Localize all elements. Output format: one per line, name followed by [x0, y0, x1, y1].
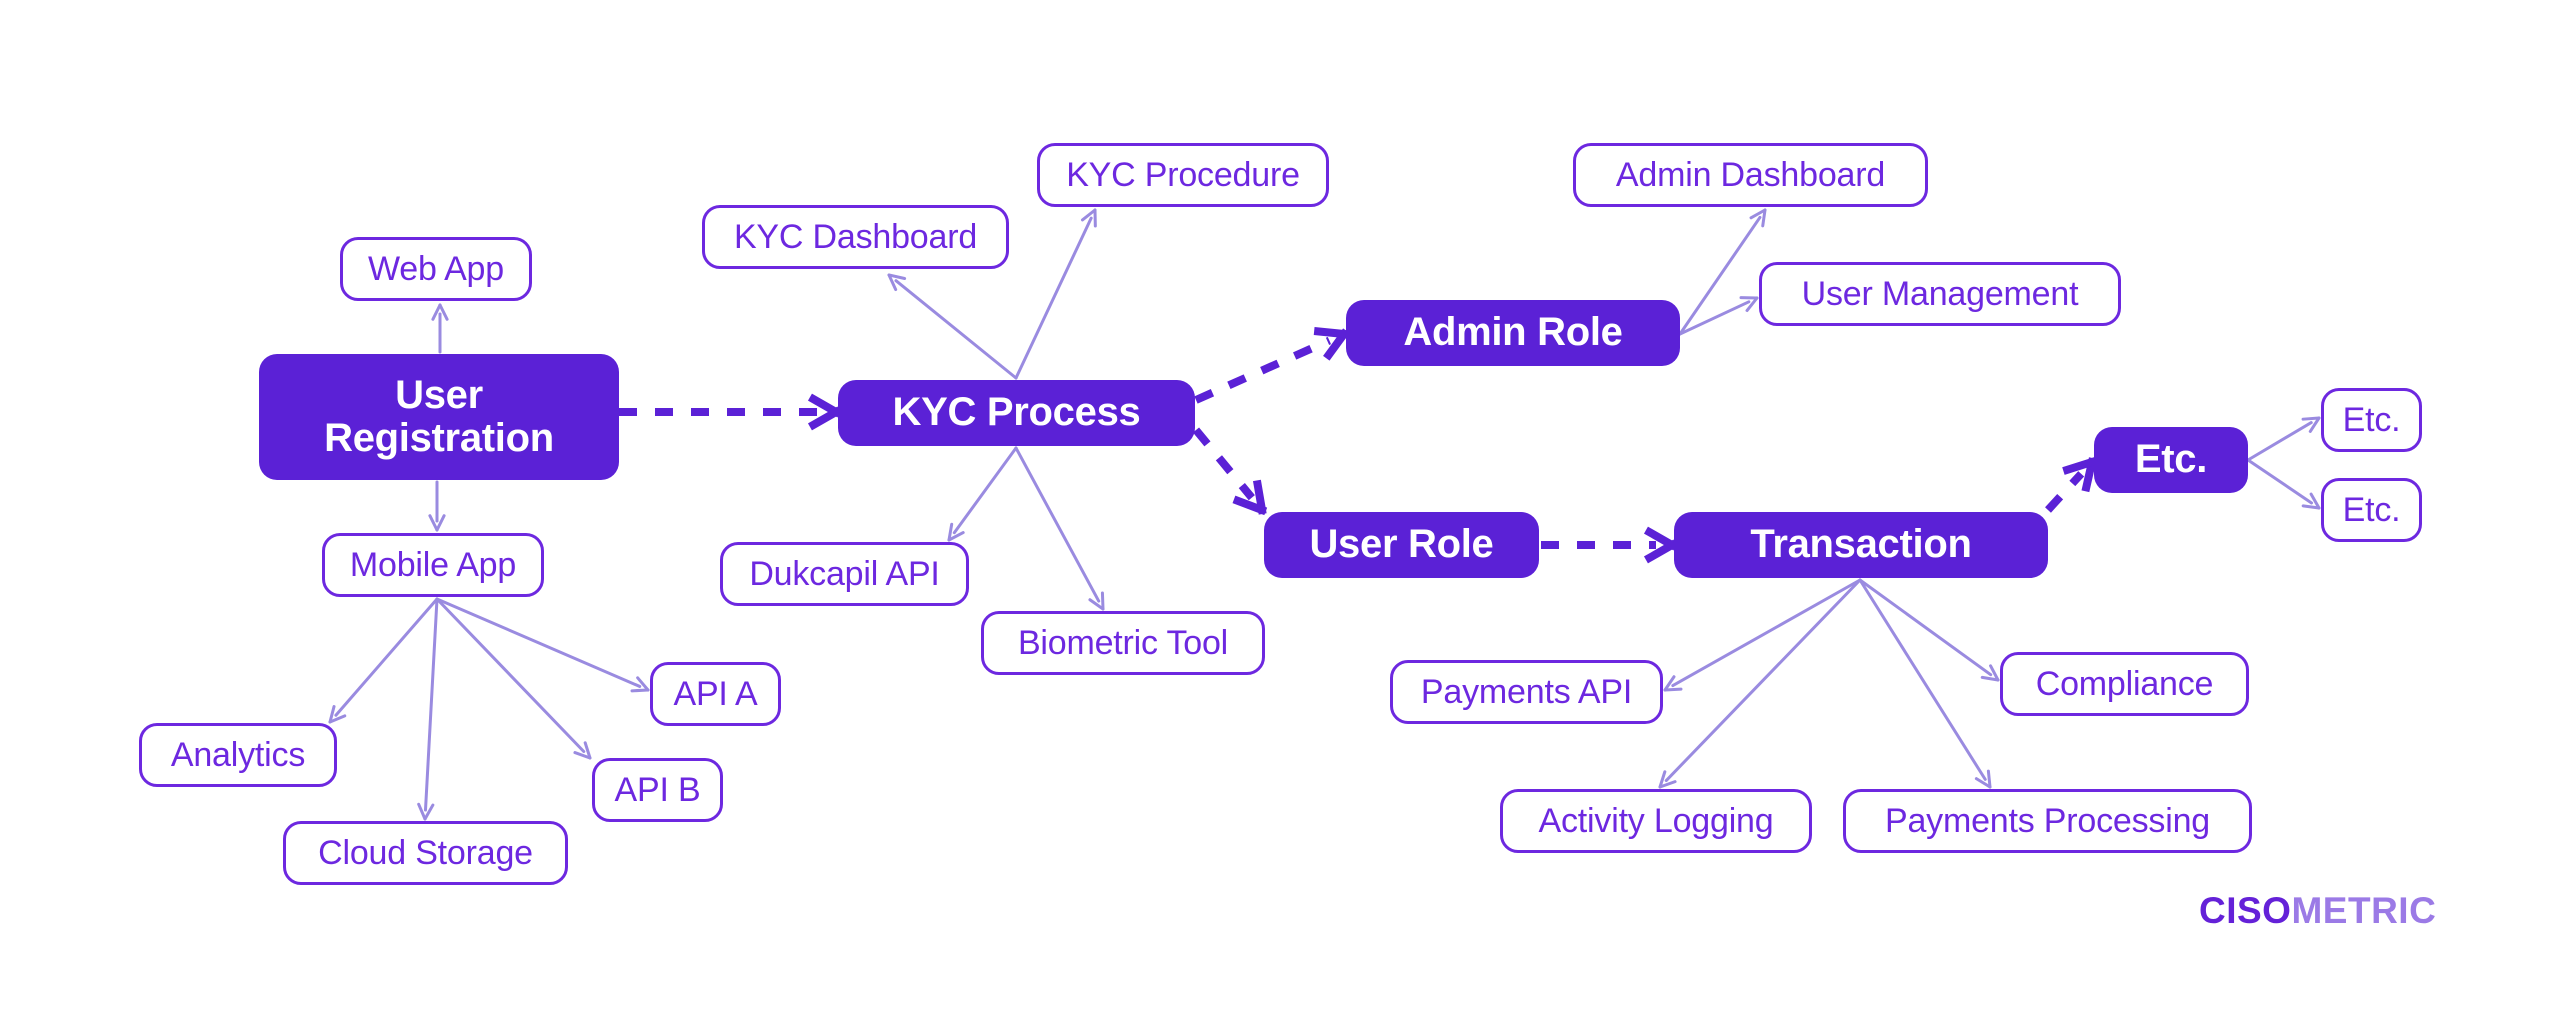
edge-mobile-app-to-api-b	[435, 597, 592, 760]
edge-kyc-process-to-kyc-procedure	[1014, 208, 1097, 380]
node-etc-2[interactable]: Etc.	[2321, 478, 2422, 542]
node-cloud-storage[interactable]: Cloud Storage	[283, 821, 568, 885]
node-mobile-app[interactable]: Mobile App	[322, 533, 544, 597]
edge-user-registration-to-web-app	[431, 303, 449, 354]
edge-kyc-process-to-dukcapil-api	[947, 446, 1018, 542]
cisometric-logo: CISOMETRIC	[2199, 890, 2436, 932]
edge-etc-main-to-etc-2	[2246, 458, 2321, 510]
node-kyc-procedure[interactable]: KYC Procedure	[1037, 143, 1329, 207]
diagram-canvas: User Registration Web App Mobile App Analyt…	[0, 0, 2561, 1028]
edge-user-role-to-transaction	[1541, 526, 1678, 564]
edge-mobile-app-to-cloud-storage	[417, 597, 439, 821]
edge-user-registration-to-mobile-app	[428, 480, 446, 532]
edge-transaction-to-activity-logging	[1658, 578, 1862, 789]
edge-kyc-process-to-admin-role	[1194, 327, 1350, 404]
node-etc-1[interactable]: Etc.	[2321, 388, 2422, 452]
node-payments-processing[interactable]: Payments Processing	[1843, 789, 2252, 853]
node-admin-role[interactable]: Admin Role	[1346, 300, 1680, 366]
node-kyc-process[interactable]: KYC Process	[838, 380, 1195, 446]
edge-transaction-to-payments-api	[1663, 578, 1862, 692]
node-transaction[interactable]: Transaction	[1674, 512, 2048, 578]
node-analytics[interactable]: Analytics	[139, 723, 337, 787]
edge-kyc-process-to-user-role	[1192, 427, 1268, 516]
node-api-a[interactable]: API A	[650, 662, 781, 726]
edge-admin-role-to-user-management	[1678, 296, 1759, 336]
node-dukcapil-api[interactable]: Dukcapil API	[720, 542, 969, 606]
edge-user-registration-to-kyc-process	[619, 393, 842, 431]
edge-transaction-to-etc-main	[2045, 456, 2098, 513]
logo-text-metric: METRIC	[2291, 890, 2437, 931]
node-user-registration[interactable]: User Registration	[259, 354, 619, 480]
node-activity-logging[interactable]: Activity Logging	[1500, 789, 1812, 853]
node-api-b[interactable]: API B	[592, 758, 723, 822]
node-web-app[interactable]: Web App	[340, 237, 532, 301]
edge-etc-main-to-etc-1	[2246, 416, 2321, 462]
node-biometric-tool[interactable]: Biometric Tool	[981, 611, 1265, 675]
node-user-management[interactable]: User Management	[1759, 262, 2121, 326]
node-payments-api[interactable]: Payments API	[1390, 660, 1663, 724]
node-user-role[interactable]: User Role	[1264, 512, 1539, 578]
edge-mobile-app-to-analytics	[328, 597, 439, 724]
node-etc-main[interactable]: Etc.	[2094, 427, 2248, 493]
edge-admin-role-to-admin-dashboard	[1678, 208, 1767, 336]
node-compliance[interactable]: Compliance	[2000, 652, 2249, 716]
edge-kyc-process-to-biometric-tool	[1014, 446, 1105, 611]
node-admin-dashboard[interactable]: Admin Dashboard	[1573, 143, 1928, 207]
node-kyc-dashboard[interactable]: KYC Dashboard	[702, 205, 1009, 269]
edge-transaction-to-compliance	[1858, 578, 2000, 682]
edge-kyc-process-to-kyc-dashboard	[887, 273, 1018, 380]
edge-mobile-app-to-api-a	[435, 597, 650, 693]
edge-transaction-to-payments-processing	[1858, 578, 1992, 789]
logo-text-ciso: CISO	[2199, 890, 2292, 931]
